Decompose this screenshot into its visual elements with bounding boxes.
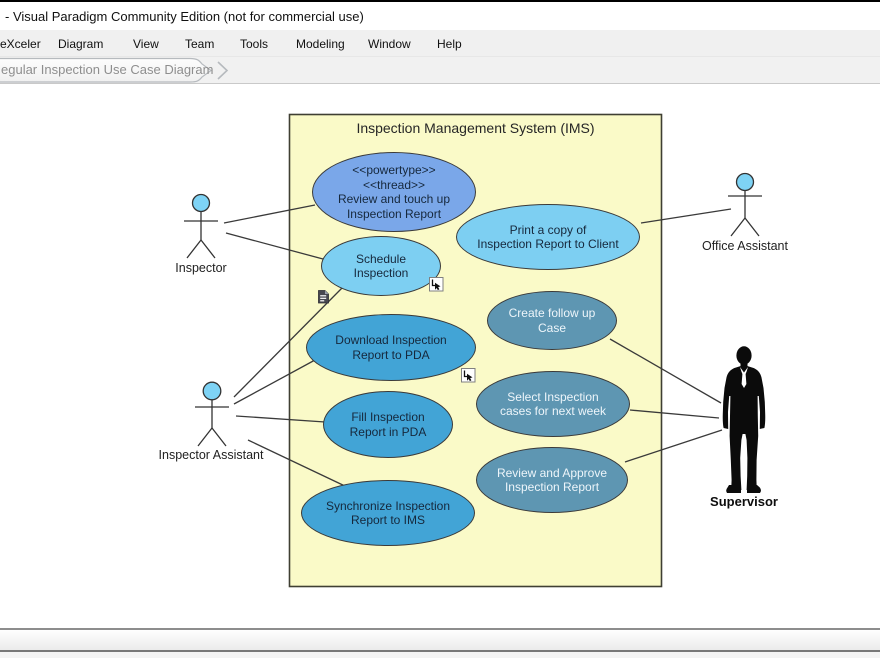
menu-item-modeling[interactable]: Modeling (296, 37, 345, 51)
usecase-text: Inspection Report (347, 207, 441, 222)
usecase-select-cases-next-week[interactable]: Select Inspection cases for next week (476, 371, 630, 437)
menu-item-diagram[interactable]: Diagram (58, 37, 103, 51)
actor-label-office-assistant: Office Assistant (695, 239, 795, 253)
tab-label[interactable]: egular Inspection Use Case Diagram (1, 62, 213, 77)
title-bar: - Visual Paradigm Community Edition (not… (0, 2, 880, 30)
usecase-text: Download Inspection (335, 333, 446, 348)
usecase-text: Review and Approve (497, 466, 607, 481)
menu-item-exceler[interactable]: eXceler (0, 37, 41, 51)
stereotype-text: <<thread>> (363, 178, 425, 193)
system-boundary-title: Inspection Management System (IMS) (290, 120, 661, 136)
usecase-text: Select Inspection (507, 390, 598, 405)
usecase-text: Inspection Report to Client (477, 237, 618, 252)
menu-item-view[interactable]: View (133, 37, 159, 51)
subdiagram-indicator-icon[interactable] (461, 368, 476, 383)
chevron-right-icon (218, 62, 227, 79)
usecase-text: Inspection Report (505, 480, 599, 495)
usecase-text: cases for next week (500, 404, 606, 419)
menu-bar: eXceler Diagram View Team Tools Modeling… (0, 30, 880, 57)
actor-label-inspector-assistant: Inspector Assistant (131, 448, 291, 462)
menu-item-tools[interactable]: Tools (240, 37, 268, 51)
usecase-text: Case (538, 321, 566, 336)
actor-supervisor[interactable] (723, 346, 766, 493)
actor-office-assistant[interactable] (728, 174, 762, 237)
subdiagram-indicator-icon[interactable] (429, 277, 444, 292)
usecase-schedule-inspection[interactable]: Schedule Inspection (321, 236, 441, 296)
usecase-text: Print a copy of (510, 223, 587, 238)
actor-label-supervisor: Supervisor (694, 494, 794, 509)
usecase-print-copy-to-client[interactable]: Print a copy of Inspection Report to Cli… (456, 204, 640, 270)
usecase-text: Report to PDA (352, 348, 429, 363)
usecase-text: Review and touch up (338, 192, 450, 207)
window-bottom-strip (0, 652, 880, 658)
window-title: - Visual Paradigm Community Edition (not… (5, 9, 364, 24)
tab-bar: egular Inspection Use Case Diagram (0, 57, 880, 84)
stereotype-text: <<powertype>> (352, 163, 435, 178)
app-window: - Visual Paradigm Community Edition (not… (0, 0, 880, 658)
usecase-create-follow-up-case[interactable]: Create follow up Case (487, 291, 617, 350)
actor-inspector[interactable] (184, 195, 218, 259)
usecase-text: Create follow up (509, 306, 596, 321)
usecase-download-report-to-pda[interactable]: Download Inspection Report to PDA (306, 314, 476, 381)
menu-item-help[interactable]: Help (437, 37, 462, 51)
actor-label-inspector: Inspector (151, 261, 251, 275)
usecase-text: Inspection (354, 266, 409, 281)
usecase-synchronize-report-to-ims[interactable]: Synchronize Inspection Report to IMS (301, 480, 475, 546)
menu-item-window[interactable]: Window (368, 37, 411, 51)
document-icon (318, 290, 330, 304)
usecase-text: Synchronize Inspection (326, 499, 450, 514)
usecase-text: Report in PDA (350, 425, 427, 440)
usecase-text: Schedule (356, 252, 406, 267)
menu-item-team[interactable]: Team (185, 37, 214, 51)
actor-inspector-assistant[interactable] (195, 382, 229, 446)
usecase-review-and-touch-up[interactable]: <<powertype>> <<thread>> Review and touc… (312, 152, 476, 232)
usecase-fill-report-in-pda[interactable]: Fill Inspection Report in PDA (323, 391, 453, 458)
usecase-review-approve-report[interactable]: Review and Approve Inspection Report (476, 447, 628, 513)
status-bar (0, 630, 880, 650)
usecase-text: Report to IMS (351, 513, 425, 528)
usecase-text: Fill Inspection (351, 410, 424, 425)
